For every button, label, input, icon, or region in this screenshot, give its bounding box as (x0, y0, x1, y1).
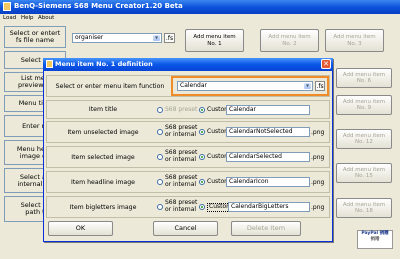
title-preset-radio[interactable] (157, 107, 163, 113)
menu-load[interactable]: Load (3, 15, 16, 21)
function-row: Select or enter menu item function Calen… (46, 75, 330, 97)
app-icon (3, 2, 11, 11)
add-menu-item-18-button[interactable]: Add menu item No. 18 (336, 198, 392, 218)
headline-preset-label: S68 preset or internal (165, 174, 198, 188)
paypal-donate-button[interactable]: PayPal 捐赠 捐赠 (357, 230, 393, 249)
bigletters-preset-label: S68 preset or internal (165, 199, 198, 213)
title-custom-radio[interactable] (199, 107, 205, 113)
unselected-png-label: .png (311, 129, 325, 136)
menu-bar: Load Help About (0, 14, 400, 24)
menu-help[interactable]: Help (21, 15, 34, 21)
item-title-input[interactable]: Calendar (226, 105, 310, 115)
function-value: Calendar (180, 82, 207, 89)
file-name-value: organiser (75, 34, 104, 41)
menu-about[interactable]: About (38, 15, 54, 21)
headline-custom-radio[interactable] (199, 179, 205, 185)
item-bigletters-image-input[interactable]: CalendarBigLetters (228, 202, 310, 212)
unselected-preset-label: S68 preset or internal (165, 124, 198, 138)
item-headline-image-input[interactable]: CalendarIcon (226, 177, 310, 187)
add-menu-item-6-button[interactable]: Add menu item No. 6 (336, 68, 392, 88)
file-name-combo[interactable]: organiser ▼ (72, 33, 162, 43)
item-unselected-image-label: Item unselected image (67, 128, 139, 136)
add-menu-item-15-button[interactable]: Add menu item No. 15 (336, 163, 392, 183)
bigletters-custom-radio[interactable] (199, 204, 205, 210)
title-preset-label: S68 preset (165, 106, 198, 113)
add-menu-item-1-button[interactable]: Add menu item No. 1 (185, 29, 244, 52)
item-selected-image-row: Item selected image S68 preset or intern… (46, 146, 330, 168)
delete-item-button[interactable]: Delete Item (231, 221, 301, 236)
item-unselected-image-row: Item unselected image S68 preset or inte… (46, 121, 330, 143)
item-selected-image-label: Item selected image (71, 153, 135, 161)
window-title: BenQ-Siemens S68 Menu Creator1.20 Beta (14, 2, 183, 10)
headline-png-label: .png (311, 179, 325, 186)
dialog-body: Select or enter menu item function Calen… (43, 58, 333, 242)
fs-extension-label: .fs (164, 33, 175, 43)
function-label: Select or enter menu item function (55, 82, 165, 90)
main-title-bar: BenQ-Siemens S68 Menu Creator1.20 Beta (0, 0, 400, 14)
unselected-preset-radio[interactable] (157, 129, 163, 135)
add-menu-item-2-button[interactable]: Add menu item No. 2 (260, 29, 319, 52)
selected-preset-radio[interactable] (157, 154, 163, 160)
headline-preset-radio[interactable] (157, 179, 163, 185)
chevron-down-icon[interactable]: ▼ (153, 35, 160, 41)
bigletters-png-label: .png (311, 204, 325, 211)
selected-preset-label: S68 preset or internal (165, 149, 198, 163)
item-headline-image-row: Item headline image S68 preset or intern… (46, 171, 330, 193)
ok-button[interactable]: OK (48, 221, 113, 236)
add-menu-item-12-button[interactable]: Add menu item No. 12 (336, 129, 392, 149)
add-menu-item-3-button[interactable]: Add menu item No. 3 (325, 29, 384, 52)
bigletters-preset-radio[interactable] (157, 204, 163, 210)
chevron-down-icon[interactable]: ▼ (304, 83, 311, 89)
item-title-label: Item title (88, 106, 118, 113)
selected-png-label: .png (311, 154, 325, 161)
item-bigletters-image-row: Item bigletters image S68 preset or inte… (46, 196, 330, 218)
item-headline-image-label: Item headline image (71, 178, 135, 186)
file-name-label: Select or entert fs file name (4, 26, 66, 48)
function-combo[interactable]: Calendar ▼ (177, 81, 313, 91)
add-menu-item-9-button[interactable]: Add menu item No. 9 (336, 95, 392, 115)
unselected-custom-radio[interactable] (199, 129, 205, 135)
selected-custom-radio[interactable] (199, 154, 205, 160)
item-unselected-image-input[interactable]: CalendarNotSelected (226, 127, 310, 137)
function-fs-label: .fs (315, 81, 325, 91)
item-bigletters-image-label: Item bigletters image (69, 203, 137, 211)
item-selected-image-input[interactable]: CalendarSelected (226, 152, 310, 162)
paypal-line-2: 捐赠 (370, 237, 380, 242)
cancel-button[interactable]: Cancel (153, 221, 218, 236)
item-title-row: Item title S68 preset Custom Calendar (46, 100, 330, 119)
